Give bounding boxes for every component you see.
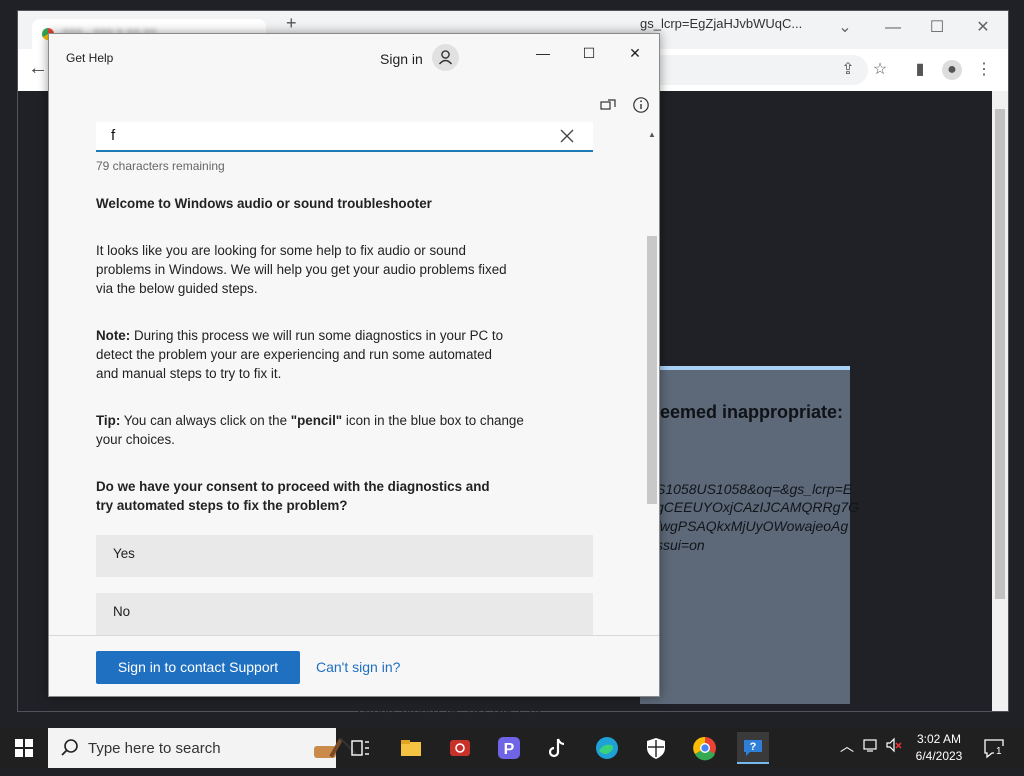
share-screen-icon[interactable] [599,96,617,114]
notification-badge: 1 [994,746,1004,757]
search-input[interactable]: f [96,122,593,152]
clear-icon[interactable] [559,128,575,144]
maximize-button[interactable]: ☐ [572,40,606,66]
card-url-line: gCEEUYOxjCAzIJCAMQRRg7G [656,499,860,515]
tiktok-icon[interactable] [541,732,573,764]
clock-date: 6/4/2023 [915,749,963,763]
card-heading: eemed inappropriate: [660,402,844,422]
security-icon[interactable] [640,732,672,764]
chevron-down-icon[interactable]: ⌄ [830,15,860,41]
avatar[interactable] [432,44,459,71]
window-title: Get Help [66,51,114,65]
share-icon[interactable]: ⇪ [838,60,858,80]
search-placeholder: Type here to search [88,740,221,757]
minimize-button[interactable]: — [878,15,908,41]
help-scrollbar[interactable]: ▲ ▼ [647,130,657,692]
back-arrow-icon[interactable]: ← [28,57,48,80]
tip-paragraph: Tip: You can always click on the "pencil… [96,411,566,449]
windows-icon [15,739,33,757]
sign-in-link[interactable]: Sign in [380,51,423,67]
page-scrollbar[interactable] [992,91,1008,711]
close-button[interactable]: ✕ [618,40,652,66]
maximize-button[interactable]: ☐ [922,15,952,41]
svg-text:?: ? [750,741,757,753]
search-value: f [111,127,116,144]
group-ip-text: Group: group1 IP: 192.168.1.15 [358,704,541,719]
file-explorer-icon[interactable] [395,732,427,764]
consent-question: Do we have your consent to proceed with … [96,479,490,513]
scroll-up-icon[interactable]: ▲ [647,130,657,139]
tip-label: Tip: [96,413,121,428]
side-panel-icon[interactable]: ▮ [910,60,930,80]
card-url-line: /wgPSAQkxMjUyOWowajeoAg [656,518,849,534]
edge-icon[interactable] [591,732,623,764]
help-footer: Sign in to contact Support Can't sign in… [49,635,659,696]
info-icon[interactable] [632,96,650,114]
cant-sign-in-link[interactable]: Can't sign in? [316,659,400,675]
help-article: Welcome to Windows audio or sound troubl… [96,189,566,515]
option-yes-button[interactable]: Yes [96,535,593,577]
clock[interactable]: 3:02 AM 6/4/2023 [900,731,978,765]
scroll-thumb[interactable] [647,236,657,504]
network-icon[interactable] [862,736,880,757]
search-icon [61,739,78,756]
note-text: During this process we will run some dia… [96,328,504,381]
contact-support-button[interactable]: Sign in to contact Support [96,651,300,684]
get-help-icon[interactable]: ? [737,732,769,764]
scroll-thumb[interactable] [995,109,1005,599]
chevron-up-icon[interactable]: ︿ [840,736,854,756]
char-count: 79 characters remaining [96,159,225,173]
card-url-line: S1058US1058&oq=&gs_lcrp=E [656,481,853,497]
svg-text:P: P [504,741,515,758]
chrome-icon[interactable] [689,732,721,764]
tip-bold: "pencil" [290,413,343,428]
close-button[interactable]: ✕ [968,15,998,41]
option-no-button[interactable]: No [96,593,593,635]
task-view-icon[interactable] [344,732,376,764]
video-app-icon[interactable] [444,732,476,764]
get-help-titlebar: Get Help Sign in — ☐ ✕ [49,34,659,82]
card-url-line: ssui=on [656,537,705,553]
url-text[interactable]: gs_lcrp=EgZjaHJvbWUqC... [640,16,802,31]
star-icon[interactable]: ☆ [870,60,890,80]
get-help-window: Get Help Sign in — ☐ ✕ f 79 characters r… [48,33,660,697]
clock-time: 3:02 AM [916,732,962,746]
minimize-button[interactable]: — [526,40,560,66]
intro-text: It looks like you are looking for some h… [96,243,507,296]
more-menu-icon[interactable]: ⋮ [974,60,994,80]
profile-icon[interactable]: ● [942,60,962,80]
tip-text: You can always click on the [120,413,291,428]
p-app-icon[interactable]: P [493,732,525,764]
start-button[interactable] [0,728,48,768]
taskbar-search[interactable]: Type here to search [48,728,357,768]
note-label: Note: [96,328,131,343]
person-icon [438,50,453,65]
notifications-button[interactable]: 1 [982,736,1006,760]
taskbar: Type here to search P ? ︿ 3:02 AM 6/4/20 [0,728,1024,768]
note-paragraph: Note: During this process we will run so… [96,326,566,383]
article-heading: Welcome to Windows audio or sound troubl… [96,196,432,211]
